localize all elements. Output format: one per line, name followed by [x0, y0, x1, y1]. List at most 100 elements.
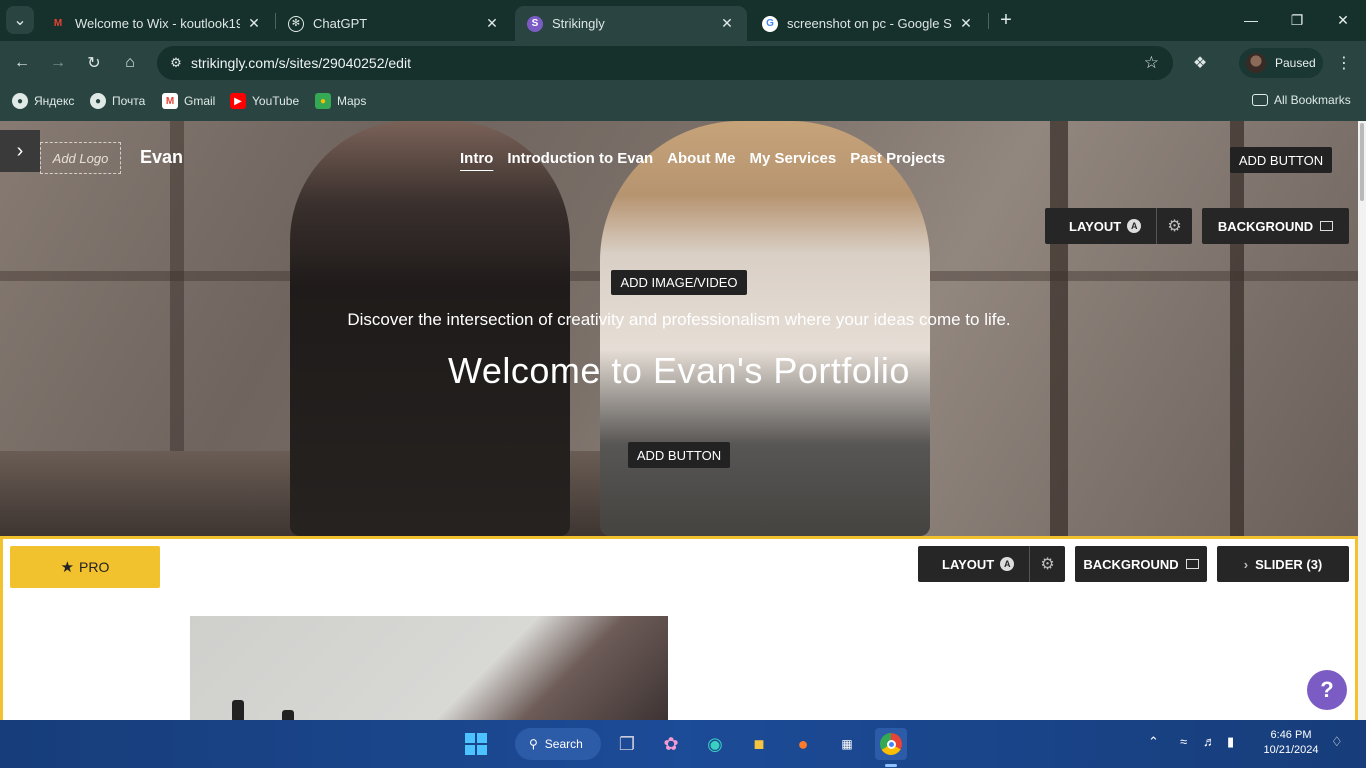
- folder-icon: [1252, 94, 1268, 106]
- home-icon: ⌂: [125, 54, 135, 71]
- bookmark-youtube[interactable]: ▶ YouTube: [230, 93, 299, 109]
- sidebar-toggle-button[interactable]: ›: [0, 130, 40, 172]
- slider-button[interactable]: › SLIDER (3): [1217, 546, 1349, 582]
- reload-icon: ↻: [87, 55, 101, 72]
- url-text[interactable]: strikingly.com/s/sites/29040252/edit: [191, 55, 411, 71]
- search-label: Search: [544, 737, 583, 751]
- section-background-button[interactable]: BACKGROUND: [1075, 546, 1207, 582]
- reload-button[interactable]: ↻: [80, 49, 108, 77]
- back-button[interactable]: ←: [8, 49, 36, 77]
- help-button[interactable]: ?: [1307, 670, 1347, 710]
- close-window-button[interactable]: ✕: [1320, 6, 1366, 34]
- scrollbar-thumb[interactable]: [1360, 123, 1364, 201]
- layout-label: LAYOUT: [942, 556, 995, 572]
- close-icon[interactable]: ✕: [484, 15, 500, 32]
- nav-item-introduction[interactable]: Introduction to Evan: [507, 150, 653, 167]
- bookmark-label: Maps: [337, 94, 367, 108]
- tab-separator: [988, 13, 989, 29]
- windows-icon: [465, 733, 487, 755]
- notification-bell-icon[interactable]: ♢: [1331, 734, 1343, 750]
- site-brand[interactable]: Evan: [140, 147, 183, 168]
- calendar-app-icon[interactable]: ▦: [831, 728, 863, 760]
- avatar: [1246, 53, 1266, 73]
- tab-title: ChatGPT: [313, 16, 368, 31]
- restore-button[interactable]: ❐: [1274, 6, 1320, 34]
- close-icon[interactable]: ✕: [719, 15, 735, 32]
- site-info-icon[interactable]: ⚙: [161, 55, 191, 71]
- firefox-icon[interactable]: ●: [787, 728, 819, 760]
- address-bar[interactable]: ⚙ strikingly.com/s/sites/29040252/edit ☆: [157, 46, 1173, 80]
- tab-strip: ⌄ M Welcome to Wix - koutlook19@ ✕ ✻ Cha…: [0, 0, 1366, 41]
- bookmark-pochta[interactable]: ● Почта: [90, 93, 145, 109]
- globe-icon: ●: [90, 93, 106, 109]
- taskbar: ⚲ Search ❐ ✿ ◉ ■ ● ▦ ⌃ ≈ ♬ ▮ ♢: [0, 720, 1366, 768]
- help-label: ?: [1320, 677, 1334, 702]
- chrome-icon[interactable]: [875, 728, 907, 760]
- section-layout-button[interactable]: LAYOUT A ⚙: [918, 546, 1065, 582]
- phone-shape: [232, 700, 244, 720]
- tray-overflow-icon[interactable]: ⌃: [1148, 734, 1159, 750]
- clock-time: 6:46 PM: [1270, 729, 1312, 741]
- chrome-logo: [880, 733, 902, 755]
- strikingly-icon: S: [527, 15, 543, 32]
- minimize-icon: —: [1244, 12, 1258, 28]
- tab-search-button[interactable]: ⌄: [6, 6, 34, 34]
- tab-strikingly[interactable]: S Strikingly ✕: [515, 6, 747, 41]
- minimize-button[interactable]: —: [1228, 6, 1274, 34]
- tab-wix[interactable]: M Welcome to Wix - koutlook19@ ✕: [38, 6, 274, 41]
- bookmark-maps[interactable]: ● Maps: [315, 93, 366, 109]
- youtube-icon: ▶: [230, 93, 246, 109]
- all-bookmarks-button[interactable]: All Bookmarks: [1252, 93, 1351, 107]
- image-icon: [1185, 559, 1199, 569]
- bookmark-gmail[interactable]: M Gmail: [162, 93, 215, 109]
- layout-badge: A: [1000, 557, 1015, 571]
- hero-headline[interactable]: Welcome to Evan's Portfolio: [0, 350, 1358, 392]
- task-view-icon[interactable]: ❐: [611, 728, 643, 760]
- tab-google[interactable]: G screenshot on pc - Google Sear ✕: [750, 6, 986, 41]
- add-logo-placeholder[interactable]: Add Logo: [40, 142, 121, 174]
- edge-icon[interactable]: ◉: [699, 728, 731, 760]
- new-tab-button[interactable]: +: [994, 8, 1018, 32]
- battery-icon[interactable]: ▮: [1227, 734, 1234, 750]
- star-icon: ★: [60, 559, 75, 576]
- nav-item-intro[interactable]: Intro: [460, 150, 493, 167]
- close-icon[interactable]: ✕: [246, 15, 262, 32]
- tab-title: screenshot on pc - Google Sear: [787, 16, 952, 31]
- window-beam: [170, 121, 184, 451]
- volume-icon[interactable]: ♬: [1203, 734, 1216, 749]
- bookmark-yandex[interactable]: ● Яндекс: [12, 93, 74, 109]
- nav-item-projects[interactable]: Past Projects: [850, 150, 945, 167]
- add-image-video-button[interactable]: ADD IMAGE/VIDEO: [611, 270, 747, 295]
- taskbar-clock[interactable]: 6:46 PM 10/21/2024: [1256, 728, 1326, 758]
- nav-item-about[interactable]: About Me: [667, 150, 735, 167]
- nav-item-services[interactable]: My Services: [749, 150, 836, 167]
- gmail-icon: M: [53, 18, 63, 29]
- tab-chatgpt[interactable]: ✻ ChatGPT ✕: [276, 6, 512, 41]
- slide-image[interactable]: [190, 616, 668, 720]
- taskbar-search[interactable]: ⚲ Search: [515, 728, 601, 760]
- close-icon[interactable]: ✕: [958, 15, 974, 32]
- gear-icon[interactable]: ⚙: [1030, 554, 1065, 574]
- header-add-button[interactable]: ADD BUTTON: [1230, 147, 1332, 173]
- gear-icon[interactable]: ⚙: [1157, 216, 1192, 236]
- extensions-button[interactable]: ❖: [1186, 49, 1214, 77]
- site-navigation: Intro Introduction to Evan About Me My S…: [460, 150, 945, 167]
- clock-date: 10/21/2024: [1263, 744, 1319, 756]
- pro-button[interactable]: ★ PRO: [10, 546, 160, 588]
- bookmark-star-icon[interactable]: ☆: [1144, 53, 1159, 73]
- wifi-icon[interactable]: ≈: [1180, 734, 1187, 749]
- copilot-icon[interactable]: ✿: [655, 728, 687, 760]
- file-explorer-icon[interactable]: ■: [743, 728, 775, 760]
- browser-menu-button[interactable]: ⋮: [1330, 49, 1358, 77]
- home-button[interactable]: ⌂: [116, 49, 144, 77]
- tab-title: Strikingly: [552, 16, 605, 31]
- hero-background-button[interactable]: BACKGROUND: [1202, 208, 1349, 244]
- page-scrollbar[interactable]: [1358, 121, 1366, 720]
- kebab-menu-icon: ⋮: [1336, 55, 1352, 72]
- profile-button[interactable]: Paused: [1239, 48, 1323, 78]
- hero-layout-button[interactable]: LAYOUT A ⚙: [1045, 208, 1192, 244]
- hero-tagline[interactable]: Discover the intersection of creativity …: [0, 310, 1358, 330]
- start-button[interactable]: [460, 728, 492, 760]
- forward-button[interactable]: →: [44, 49, 72, 77]
- hero-add-button[interactable]: ADD BUTTON: [628, 442, 730, 468]
